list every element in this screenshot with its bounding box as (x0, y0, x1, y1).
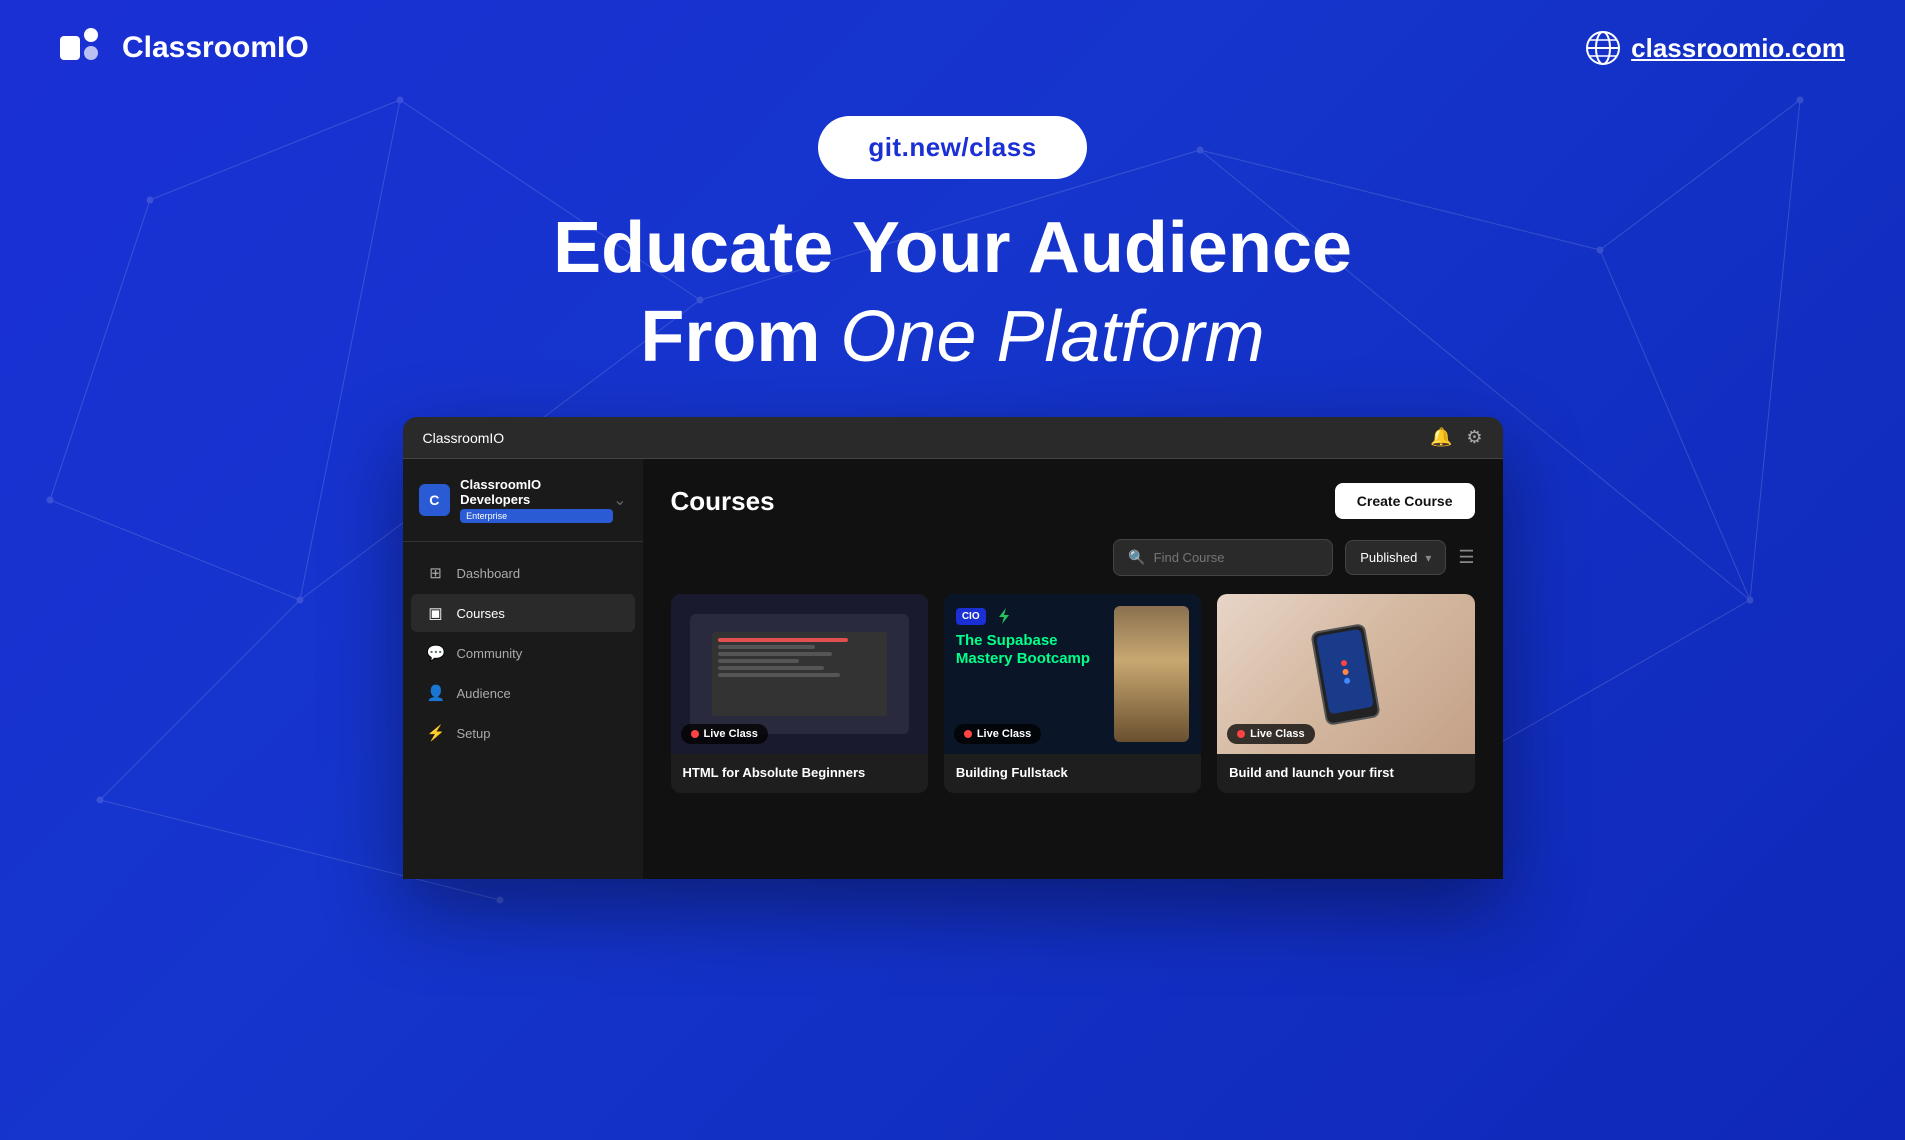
phone-in-hand (1310, 623, 1381, 726)
card-title-2: Building Fullstack (956, 764, 1189, 782)
course-card-2[interactable]: CIO The Supabase Mastery Bootcamp (944, 594, 1201, 792)
phone-screen-dot-3 (1343, 677, 1350, 684)
courses-grid: Live Class HTML for Absolute Beginners (671, 594, 1475, 792)
url-pill: git.new/class (818, 116, 1086, 179)
lightning-icon (994, 606, 1014, 626)
chevron-down-icon: ▾ (1425, 551, 1431, 565)
published-filter-dropdown[interactable]: Published ▾ (1345, 540, 1446, 575)
search-input[interactable] (1154, 550, 1319, 565)
sidebar-item-setup[interactable]: ⚡ Setup (411, 714, 635, 752)
supabase-logo-area: CIO (956, 606, 1106, 626)
courses-title: Courses (671, 486, 775, 517)
supabase-text-area: CIO The Supabase Mastery Bootcamp (956, 606, 1106, 668)
sidebar-item-community[interactable]: 💬 Community (411, 634, 635, 672)
live-badge-3: Live Class (1227, 724, 1314, 744)
courses-icon: ▣ (427, 604, 445, 622)
courses-header: Courses Create Course (671, 483, 1475, 519)
filter-bar: 🔍 Published ▾ ☰ (671, 539, 1475, 576)
gear-icon[interactable]: ⚙ (1466, 427, 1482, 448)
community-icon: 💬 (427, 644, 445, 662)
phone-screen (1316, 629, 1374, 715)
org-avatar: C (419, 484, 451, 516)
sidebar-item-courses[interactable]: ▣ Courses (411, 594, 635, 632)
sidebar-item-label: Setup (457, 726, 491, 741)
course-thumbnail-3: Live Class (1217, 594, 1474, 754)
org-chevron-icon: ⌄ (613, 490, 626, 510)
supabase-course-title: The Supabase Mastery Bootcamp (956, 632, 1106, 668)
org-header[interactable]: C ClassroomIO Developers Enterprise ⌄ (403, 459, 643, 542)
live-badge-text: Live Class (704, 728, 758, 740)
search-box[interactable]: 🔍 (1113, 539, 1333, 576)
hero-content: git.new/class Educate Your Audience From… (0, 96, 1905, 879)
sidebar-item-dashboard[interactable]: ⊞ Dashboard (411, 554, 635, 592)
sidebar-nav: ⊞ Dashboard ▣ Courses 💬 Community 👤 (403, 542, 643, 764)
hero-headline-line1: Educate Your Audience (553, 209, 1352, 288)
logo-text: ClassroomIO (122, 31, 309, 65)
coding-thumbnail-inner (690, 614, 909, 734)
url-pill-text: git.new/class (868, 132, 1036, 162)
live-badge-1: Live Class (681, 724, 768, 744)
hero-background: ClassroomIO classroomio.com git.new/clas… (0, 0, 1905, 1140)
logo-area: ClassroomIO (60, 28, 309, 68)
org-badge: Enterprise (460, 509, 613, 523)
live-dot-icon (691, 730, 699, 738)
site-link-text: classroomio.com (1631, 33, 1845, 64)
sidebar-item-label: Dashboard (457, 566, 521, 581)
dashboard-icon: ⊞ (427, 564, 445, 582)
live-dot-icon-3 (1237, 730, 1245, 738)
org-name: ClassroomIO Developers (460, 477, 613, 507)
sidebar-item-label: Audience (457, 686, 511, 701)
hero-headline-italic: One Platform (840, 297, 1264, 377)
sidebar: C ClassroomIO Developers Enterprise ⌄ ⊞ … (403, 459, 643, 879)
app-body: C ClassroomIO Developers Enterprise ⌄ ⊞ … (403, 459, 1503, 879)
live-badge-text-2: Live Class (977, 728, 1031, 740)
card-info-2: Building Fullstack (944, 754, 1201, 792)
monitor-screen (712, 632, 887, 716)
sidebar-item-label: Community (457, 646, 523, 661)
globe-icon (1585, 30, 1621, 66)
course-thumbnail-2: CIO The Supabase Mastery Bootcamp (944, 594, 1201, 754)
window-title: ClassroomIO (423, 430, 505, 446)
audience-icon: 👤 (427, 684, 445, 702)
window-titlebar: ClassroomIO 🔔 ⚙ (403, 417, 1503, 459)
bell-icon[interactable]: 🔔 (1430, 427, 1452, 448)
card-title-1: HTML for Absolute Beginners (683, 764, 916, 782)
top-nav: ClassroomIO classroomio.com (0, 0, 1905, 96)
phone-screen-dot-1 (1340, 659, 1347, 666)
card-info-1: HTML for Absolute Beginners (671, 754, 928, 792)
main-content: Courses Create Course 🔍 Published ▾ (643, 459, 1503, 879)
course-card-3[interactable]: Live Class Build and launch your first (1217, 594, 1474, 792)
live-dot-icon-2 (964, 730, 972, 738)
create-course-button[interactable]: Create Course (1335, 483, 1475, 519)
phone-screen-dot-2 (1342, 668, 1349, 675)
sidebar-item-audience[interactable]: 👤 Audience (411, 674, 635, 712)
setup-icon: ⚡ (427, 724, 445, 742)
hero-headline-normal: From (640, 297, 840, 377)
sidebar-item-label: Courses (457, 606, 505, 621)
window-controls: 🔔 ⚙ (1430, 427, 1483, 448)
app-window: ClassroomIO 🔔 ⚙ C ClassroomIO Developers (403, 417, 1503, 879)
list-view-icon[interactable]: ☰ (1458, 547, 1474, 568)
site-link[interactable]: classroomio.com (1585, 30, 1845, 66)
classroomio-logo-icon (60, 28, 110, 68)
live-badge-2: Live Class (954, 724, 1041, 744)
phone-mockup (1310, 623, 1381, 726)
course-thumbnail-1: Live Class (671, 594, 928, 754)
filter-label: Published (1360, 550, 1417, 565)
org-info: C ClassroomIO Developers Enterprise (419, 477, 614, 523)
code-lines (712, 632, 887, 686)
classroomio-mini-logo: CIO (956, 608, 986, 625)
hero-headline-line2: From One Platform (640, 298, 1264, 377)
card-info-3: Build and launch your first (1217, 754, 1474, 792)
live-badge-text-3: Live Class (1250, 728, 1304, 740)
course-card-1[interactable]: Live Class HTML for Absolute Beginners (671, 594, 928, 792)
org-details: ClassroomIO Developers Enterprise (460, 477, 613, 523)
card-title-3: Build and launch your first (1229, 764, 1462, 782)
search-icon: 🔍 (1128, 549, 1145, 566)
course-person-image (1114, 606, 1189, 742)
